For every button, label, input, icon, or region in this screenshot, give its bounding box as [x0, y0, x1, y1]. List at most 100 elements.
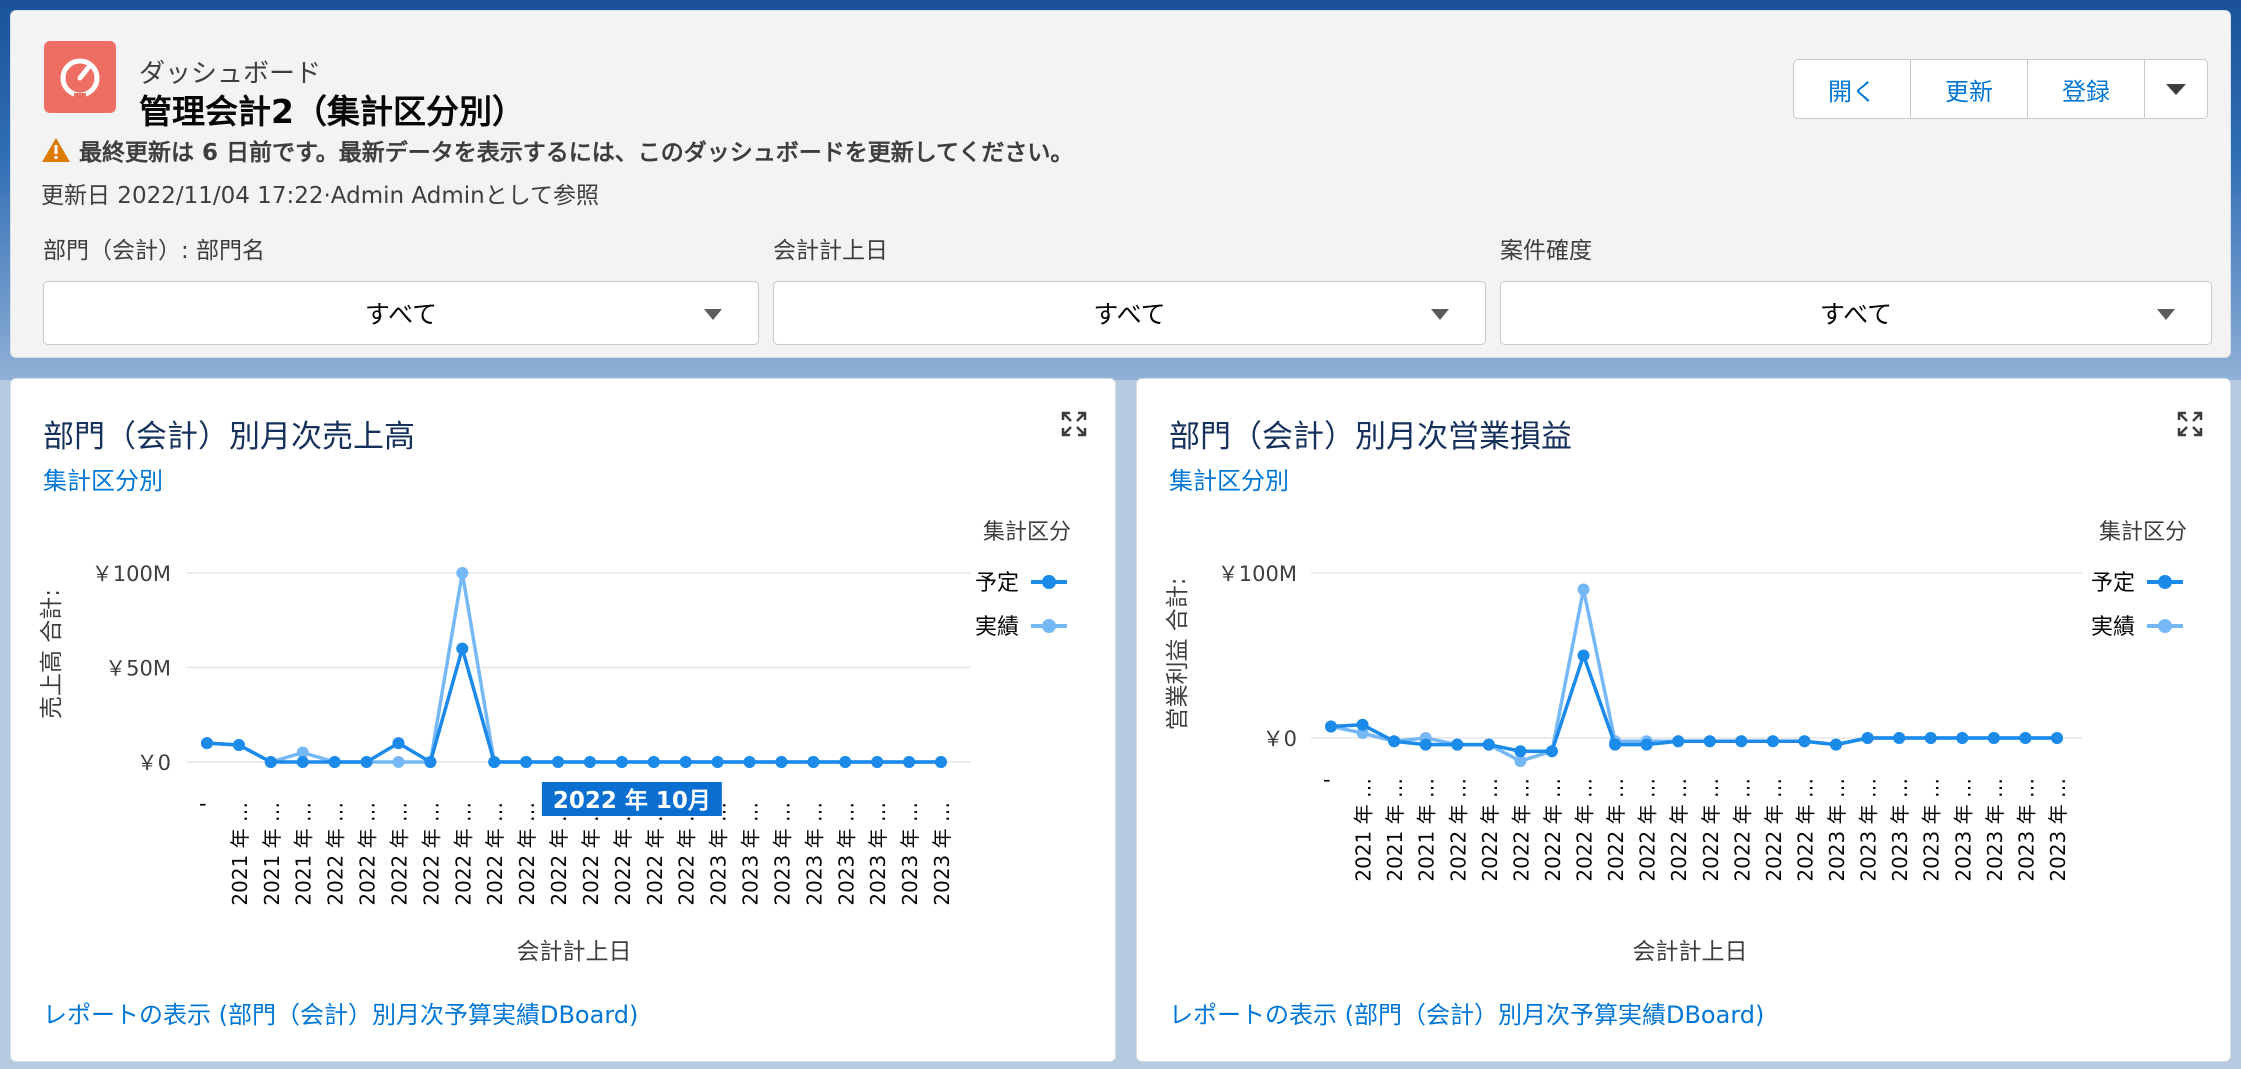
data-point-plan [1419, 738, 1432, 751]
x-tick-label: 2023 年 … [1920, 778, 1944, 882]
series-line-actual [1330, 589, 2057, 763]
data-point-plan [807, 756, 820, 768]
x-tick-label: ' [196, 802, 220, 808]
expand-icon[interactable] [2177, 411, 2203, 437]
legend-swatch-dot [1042, 619, 1056, 633]
legend-swatch-dot [2158, 619, 2172, 633]
chart-subtitle: 集計区分別 [43, 467, 163, 495]
data-point-plan [1514, 745, 1527, 758]
series-line-plan [206, 642, 941, 765]
subscribe-button[interactable]: 登録 [2028, 60, 2145, 118]
x-tick-label: 2023 年 … [1857, 778, 1881, 882]
data-point-plan [232, 738, 245, 751]
filter-select-department[interactable]: すべて [43, 281, 759, 345]
y-tick-label: ￥100M [92, 562, 171, 586]
refresh-button[interactable]: 更新 [1911, 60, 2028, 118]
data-point-plan [1482, 738, 1495, 751]
sales-line-chart: ￥100M ￥50M ￥0 売上高 合計: ' 2021 年 … 2021 年 … 2021 … [39, 520, 1071, 965]
chevron-down-icon [2157, 309, 2175, 320]
data-point-plan [583, 756, 596, 768]
y-axis-title: 営業利益 合計: [1165, 577, 1191, 730]
data-point-plan [1609, 738, 1622, 751]
dashboard-header: ダッシュボード 管理会計2（集計区分別） 最終更新は 6 日前です。最新データを… [10, 10, 2231, 358]
x-tick-label: 2023 年 … [1825, 778, 1849, 882]
filter-select-probability[interactable]: すべて [1500, 281, 2212, 345]
data-point-plan [1830, 738, 1843, 751]
x-tick-label: 2022 年 … [1573, 778, 1597, 882]
x-tick-label: 2022 年 … [547, 802, 571, 906]
tooltip-text: 2022 年 10月 [553, 787, 711, 814]
legend-label: 予定 [975, 571, 1019, 596]
data-point-plan [328, 756, 341, 768]
y-tick-label: ￥0 [137, 751, 171, 775]
data-point-plan [1545, 745, 1558, 758]
x-tick-label: 2022 年 … [515, 802, 539, 906]
data-point-plan [1703, 735, 1716, 748]
x-tick-label: 2022 年 … [1509, 778, 1533, 882]
x-tick-label: 2021 年 … [228, 802, 252, 906]
legend-title: 集計区分 [983, 520, 1071, 545]
data-point-plan [552, 756, 565, 768]
legend-label: 実績 [975, 615, 1019, 640]
data-point-plan [1956, 732, 1969, 744]
chart-subtitle: 集計区分別 [1169, 467, 1289, 495]
data-point-plan [201, 737, 213, 750]
data-point-plan [2051, 732, 2063, 744]
chart-panel-sales: ￥100M ￥50M ￥0 売上高 合計: ' 2021 年 … 2021 年 … 2021 … [10, 378, 1116, 1062]
x-tick-label: 2022 年 … [451, 802, 475, 906]
open-button[interactable]: 開く [1794, 60, 1911, 118]
x-tick-label: 2022 年 … [1636, 778, 1660, 882]
x-tick-label: 2022 年 … [579, 802, 603, 906]
view-report-link[interactable]: レポートの表示 (部門（会計）別月次予算実績DBoard) [43, 995, 638, 1030]
x-tick-label: 2022 年 … [1699, 778, 1723, 882]
x-axis-title: 会計計上日 [1633, 939, 1748, 965]
last-updated-text: 更新日 2022/11/04 17:22·Admin Adminとして参照 [41, 183, 600, 209]
series-line-plan [1330, 650, 2057, 753]
x-tick-label: 2022 年 … [1541, 778, 1565, 882]
data-point-plan [2019, 732, 2032, 744]
data-point-plan [488, 756, 501, 768]
filter-label-date: 会計計上日 [773, 238, 888, 264]
y-tick-label: ￥100M [1218, 562, 1297, 586]
x-tick-label: 2023 年 … [834, 802, 858, 906]
data-point-actual [1577, 583, 1590, 596]
view-report-link[interactable]: レポートの表示 (部門（会計）別月次予算実績DBoard) [1169, 995, 1764, 1030]
filter-value: すべて [1093, 300, 1166, 329]
legend-title: 集計区分 [2099, 520, 2187, 545]
x-tick-label: 2023 年 … [1951, 778, 1975, 882]
data-point-plan [615, 756, 628, 768]
filter-value: すべて [1819, 300, 1893, 329]
data-point-actual [392, 756, 405, 768]
x-tick-label: 2021 年 … [1415, 778, 1439, 882]
x-tick-label: 2023 年 … [1983, 778, 2007, 882]
x-tick-label: 2022 年 … [1446, 778, 1470, 882]
data-point-plan [1924, 732, 1937, 744]
x-tick-label: 2022 年 … [483, 802, 507, 906]
chevron-down-icon [704, 309, 722, 320]
x-tick-label: 2021 年 … [1352, 778, 1376, 882]
data-point-plan [520, 756, 533, 768]
x-tick-label: 2023 年 … [898, 802, 922, 906]
x-axis-title: 会計計上日 [517, 939, 632, 965]
legend-label: 予定 [2091, 571, 2135, 596]
y-axis-title: 売上高 合計: [39, 589, 65, 719]
more-actions-button[interactable] [2145, 60, 2207, 118]
data-point-plan [871, 756, 884, 768]
data-point-plan [1672, 735, 1685, 748]
data-point-plan [1861, 732, 1874, 744]
stale-warning: 最終更新は 6 日前です。最新データを表示するには、このダッシュボードを更新して… [41, 133, 1073, 167]
data-point-plan [1735, 735, 1748, 748]
data-point-plan [839, 756, 852, 768]
filter-value: すべて [364, 300, 438, 329]
data-point-plan [1325, 720, 1337, 733]
chevron-down-icon [1431, 309, 1449, 320]
x-tick-label: 2021 年 … [1383, 778, 1407, 882]
filter-select-date[interactable]: すべて [773, 281, 1486, 345]
data-point-plan [360, 756, 373, 768]
x-tick-label: 2021 年 … [292, 802, 316, 906]
x-tick-label: 2022 年 … [611, 802, 635, 906]
header-button-group: 開く 更新 登録 [1793, 59, 2208, 119]
warning-text: 最終更新は 6 日前です。最新データを表示するには、このダッシュボードを更新して… [79, 140, 1074, 166]
data-point-plan [296, 756, 309, 768]
expand-icon[interactable] [1061, 411, 1087, 437]
